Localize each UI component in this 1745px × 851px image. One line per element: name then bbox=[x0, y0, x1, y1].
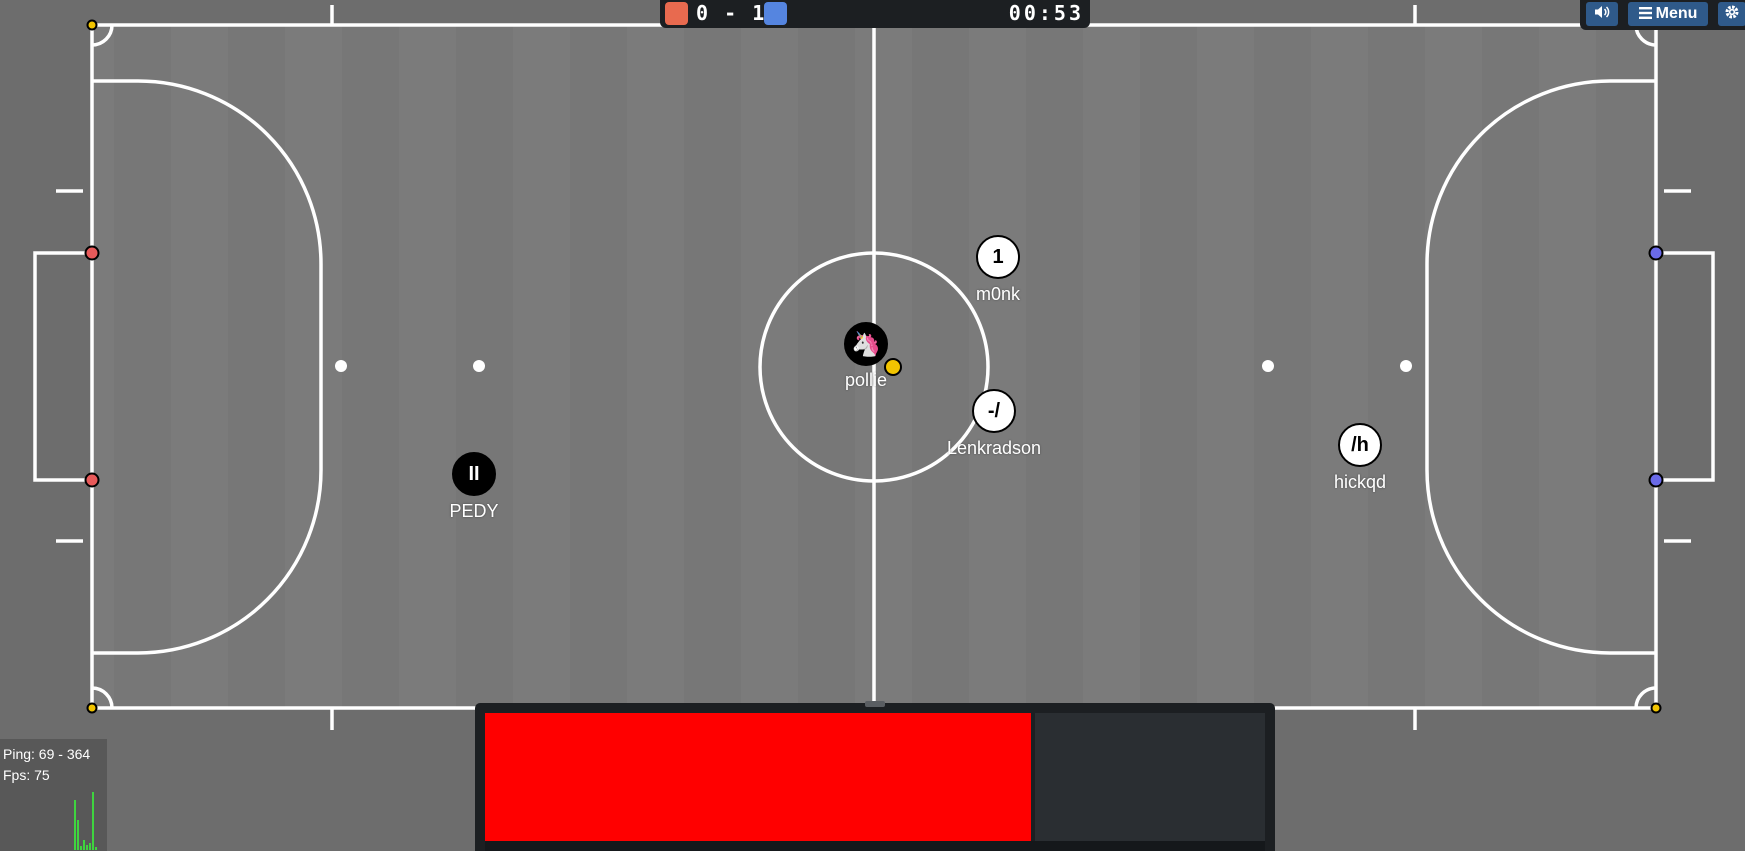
net-stats-panel: Ping: 69 - 364 Fps: 75 bbox=[0, 739, 107, 851]
player-m0nk-name: m0nk bbox=[975, 284, 1021, 304]
right-goal-post-bottom bbox=[1648, 472, 1664, 488]
menu-button[interactable]: Menu bbox=[1628, 2, 1708, 26]
fps-graph-bar bbox=[74, 800, 76, 850]
fps-graph-bar bbox=[80, 846, 82, 850]
fps-graph bbox=[74, 790, 104, 850]
fps-readout: Fps: 75 bbox=[3, 767, 50, 783]
right-goal-post-top bbox=[1648, 245, 1664, 261]
chat-side-panel bbox=[1035, 713, 1265, 841]
player-m0nk-avatar: 1 bbox=[976, 235, 1020, 279]
chat-resize-handle[interactable] bbox=[865, 701, 885, 707]
score: 0 - 1 bbox=[696, 1, 766, 25]
score-separator: - bbox=[724, 1, 739, 25]
player-hickqd-name: hickqd bbox=[1333, 472, 1387, 492]
corner-post-tl bbox=[86, 19, 98, 31]
sound-button[interactable] bbox=[1586, 2, 1618, 26]
scoreboard: 0 - 1 00:53 bbox=[660, 0, 1090, 28]
red-score: 0 bbox=[696, 1, 711, 25]
ball bbox=[884, 358, 902, 376]
fps-graph-bar bbox=[92, 792, 94, 850]
chat-messages bbox=[485, 713, 1031, 841]
right-penalty-spot bbox=[1400, 360, 1412, 372]
fps-graph-bar bbox=[77, 820, 79, 850]
chat-input[interactable] bbox=[485, 841, 1265, 851]
ping-readout: Ping: 69 - 364 bbox=[3, 746, 91, 762]
player-pedy-avatar: II bbox=[452, 452, 496, 496]
red-team-color bbox=[665, 2, 688, 25]
corner-post-bl bbox=[86, 702, 98, 714]
fps-graph-bar bbox=[95, 847, 97, 850]
settings-button[interactable] bbox=[1718, 2, 1745, 26]
chat-box bbox=[475, 701, 1275, 851]
player-pedy-name: PEDY bbox=[449, 501, 499, 521]
left-goal-post-bottom bbox=[84, 472, 100, 488]
player-pollie-avatar: 🦄 bbox=[844, 322, 888, 366]
blue-team-color bbox=[764, 2, 787, 25]
fps-graph-bar bbox=[83, 840, 85, 850]
hamburger-icon bbox=[1638, 6, 1652, 22]
right-second-spot bbox=[1262, 360, 1274, 372]
corner-post-br bbox=[1650, 702, 1662, 714]
left-penalty-spot bbox=[335, 360, 347, 372]
left-second-spot bbox=[473, 360, 485, 372]
top-right-toolbar: Menu bbox=[1580, 0, 1745, 30]
speaker-icon bbox=[1594, 5, 1610, 24]
match-timer: 00:53 bbox=[1008, 1, 1084, 25]
player-lenkradson-avatar: -/ bbox=[972, 389, 1016, 433]
player-lenkradson-name: Lenkradson bbox=[946, 438, 1042, 458]
left-goal-post-top bbox=[84, 245, 100, 261]
menu-label: Menu bbox=[1655, 5, 1698, 22]
player-hickqd-avatar: /h bbox=[1338, 423, 1382, 467]
fps-graph-bar bbox=[86, 845, 88, 850]
fps-graph-bar bbox=[89, 843, 91, 850]
player-pollie-name: pollie bbox=[844, 370, 888, 390]
gear-icon bbox=[1724, 4, 1740, 25]
